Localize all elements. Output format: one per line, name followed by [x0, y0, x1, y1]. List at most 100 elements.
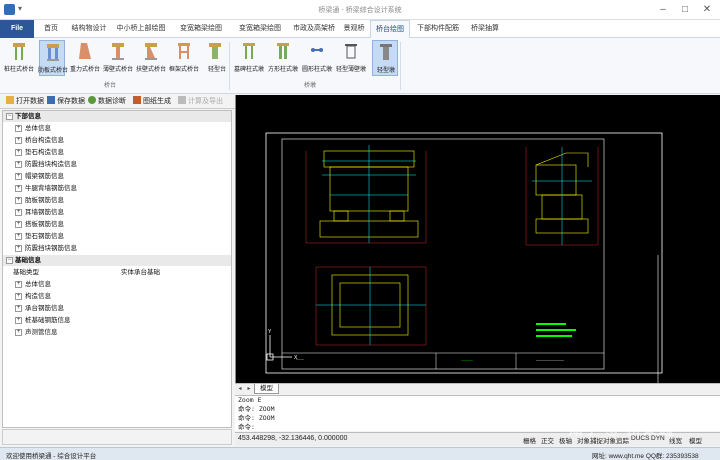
square-column-pier-icon — [277, 43, 289, 59]
ribbon-button-pile-column-abutment[interactable]: 桩柱式桥台 — [4, 40, 34, 76]
tab-variable-box-girder-1[interactable]: 变宽箱梁绘图 — [172, 20, 230, 38]
expand-icon[interactable]: + — [15, 125, 22, 132]
expand-icon[interactable]: + — [15, 317, 22, 324]
tab-model[interactable]: 模型 — [254, 384, 279, 394]
tree-item[interactable]: + 总体信息 — [3, 123, 231, 134]
ribbon-button-tombstone-pier[interactable]: 墓碑柱式墩 — [234, 40, 264, 76]
rib-plate-abutment-icon — [47, 44, 59, 61]
tree-item[interactable]: + 声测管信息 — [3, 327, 231, 338]
expand-icon[interactable]: + — [15, 245, 22, 252]
expand-icon[interactable]: + — [15, 137, 22, 144]
tree-item[interactable]: + 垫石钢筋信息 — [3, 231, 231, 242]
diagnose-icon — [88, 96, 96, 104]
tree-item[interactable]: + 耳墙钢筋信息 — [3, 207, 231, 218]
folder-open-icon — [6, 96, 14, 104]
save-data-button[interactable]: 保存数据 — [47, 96, 85, 108]
expand-icon[interactable]: + — [15, 173, 22, 180]
expand-icon[interactable]: + — [15, 185, 22, 192]
expand-icon[interactable]: + — [15, 305, 22, 312]
watermark: 知乎 @ 桥梁通 — [568, 421, 674, 438]
tree-item[interactable]: + 肋板钢筋信息 — [3, 195, 231, 206]
tree-section-header[interactable]: − 基础信息 — [3, 255, 231, 266]
window-title: 桥梁通 - 桥梁综合设计系统 — [318, 7, 402, 14]
tab-substructure-rebar[interactable]: 下部构件配筋 — [414, 20, 462, 38]
tab-scroll-left-icon[interactable]: ◂ — [236, 384, 244, 394]
expand-icon[interactable]: + — [15, 221, 22, 228]
expand-icon[interactable]: + — [15, 149, 22, 156]
foundation-type-value[interactable]: 实体承台基础 — [121, 267, 160, 278]
toggle-ortho[interactable]: 正交 — [541, 435, 554, 445]
tree-item[interactable]: + 搭板钢筋信息 — [3, 219, 231, 230]
tree-item[interactable]: + 牛腿背墙钢筋信息 — [3, 183, 231, 194]
frame-abutment-icon — [178, 43, 190, 59]
ribbon-button-thin-wall-abutment[interactable]: 薄壁式桥台 — [103, 40, 133, 76]
expand-icon[interactable]: + — [15, 161, 22, 168]
tab-home[interactable]: 首页 — [36, 20, 66, 38]
tree-section-header[interactable]: − 下部信息 — [3, 111, 231, 122]
generate-drawing-button[interactable]: 图纸生成 — [133, 96, 171, 108]
maximize-button[interactable]: □ — [674, 2, 696, 18]
ribbon-panel: 桩柱式桥台 肋板式桥台 重力式桥台 薄壁式桥台 扶壁式桥台 框架式桥台 轻型台 … — [0, 38, 720, 94]
light-abutment-icon — [209, 43, 221, 59]
tab-scroll-right-icon[interactable]: ▸ — [245, 384, 253, 394]
ribbon-button-frame-abutment[interactable]: 框架式桥台 — [169, 40, 199, 76]
light-pier-icon — [380, 44, 392, 60]
ribbon-button-light-pier[interactable]: 轻型墩 — [372, 40, 398, 76]
tree-item[interactable]: + 总体信息 — [3, 279, 231, 290]
tree-footer — [2, 429, 232, 445]
website-info: 网址: www.qht.me QQ群: 235393538 — [592, 453, 699, 460]
tree-item[interactable]: + 防震挡块构造信息 — [3, 159, 231, 170]
command-history-line: 命令: ZOOM — [238, 405, 275, 413]
ribbon-button-round-column-pier[interactable]: 圆形柱式墩 — [302, 40, 332, 76]
expand-icon[interactable]: + — [15, 233, 22, 240]
command-history-line: 命令: ZOOM — [238, 414, 275, 422]
tab-municipal-viaduct[interactable]: 市政及高架桥 — [290, 20, 338, 38]
round-column-pier-icon — [311, 48, 323, 52]
tab-small-bridge-upper[interactable]: 中小桥上部绘图 — [112, 20, 170, 38]
toggle-grid[interactable]: 栅格 — [523, 435, 536, 445]
gravity-abutment-icon — [79, 43, 91, 59]
expand-icon[interactable]: + — [15, 209, 22, 216]
minimize-button[interactable]: – — [652, 2, 674, 18]
tree-item[interactable]: + 桥台构造信息 — [3, 135, 231, 146]
tree-item[interactable]: + 帽梁钢筋信息 — [3, 171, 231, 182]
ribbon-button-light-thin-wall-pier[interactable]: 轻型薄壁墩 — [336, 40, 366, 76]
ribbon-button-light-abutment[interactable]: 轻型台 — [204, 40, 226, 76]
ribbon-button-square-column-pier[interactable]: 方形柱式墩 — [268, 40, 298, 76]
status-bar: 欢迎使用桥梁通 - 综合设计平台 网址: www.qht.me QQ群: 235… — [0, 447, 720, 460]
tab-landscape-bridge[interactable]: 景观桥 — [340, 20, 368, 38]
tree-item[interactable]: + 防震挡块钢筋信息 — [3, 243, 231, 254]
ribbon-button-buttress-abutment[interactable]: 扶壁式桥台 — [136, 40, 166, 76]
ribbon-group-separator — [229, 42, 230, 90]
tab-bridge-check[interactable]: 桥梁抽算 — [466, 20, 504, 38]
tab-variable-box-girder-2[interactable]: 变宽箱梁绘图 — [232, 20, 288, 38]
cad-drawing-canvas[interactable]: —— ——— ——————— Y X — [235, 95, 720, 383]
ribbon-group-separator — [400, 42, 401, 90]
collapse-icon[interactable]: − — [6, 113, 13, 120]
ribbon-button-rib-plate-abutment[interactable]: 肋板式桥台 — [38, 40, 68, 76]
ribbon-button-gravity-abutment[interactable]: 重力式桥台 — [70, 40, 100, 76]
command-prompt[interactable]: 命令: — [238, 423, 255, 432]
coordinate-readout: 453.448298, -32.136446, 0.000000 — [238, 435, 348, 442]
open-data-button[interactable]: 打开数据 — [6, 96, 44, 108]
tree-item[interactable]: + 桩基础钢筋信息 — [3, 315, 231, 326]
expand-icon[interactable]: + — [15, 197, 22, 204]
buttress-abutment-icon — [145, 43, 157, 60]
tree-property-row[interactable]: 基础类型 实体承台基础 — [3, 267, 231, 278]
expand-icon[interactable]: + — [15, 281, 22, 288]
toggle-model[interactable]: 模型 — [689, 435, 702, 445]
command-history-line: Zoom E — [238, 396, 262, 404]
expand-icon[interactable]: + — [15, 293, 22, 300]
tree-item[interactable]: + 构造信息 — [3, 291, 231, 302]
calc-export-button[interactable]: 计算及导出 — [178, 96, 223, 108]
tab-structure-design[interactable]: 结构物设计 — [68, 20, 110, 38]
expand-icon[interactable]: + — [15, 329, 22, 336]
pile-column-abutment-icon — [13, 43, 25, 60]
diagnose-data-button[interactable]: 数据诊断 — [88, 96, 126, 108]
tree-item[interactable]: + 垫石构造信息 — [3, 147, 231, 158]
collapse-icon[interactable]: − — [6, 257, 13, 264]
tab-abutment-drawing[interactable]: 桥台绘图 — [370, 20, 410, 38]
close-button[interactable]: ✕ — [696, 2, 718, 18]
tree-item[interactable]: + 承台钢筋信息 — [3, 303, 231, 314]
tab-file[interactable]: File — [0, 20, 34, 38]
